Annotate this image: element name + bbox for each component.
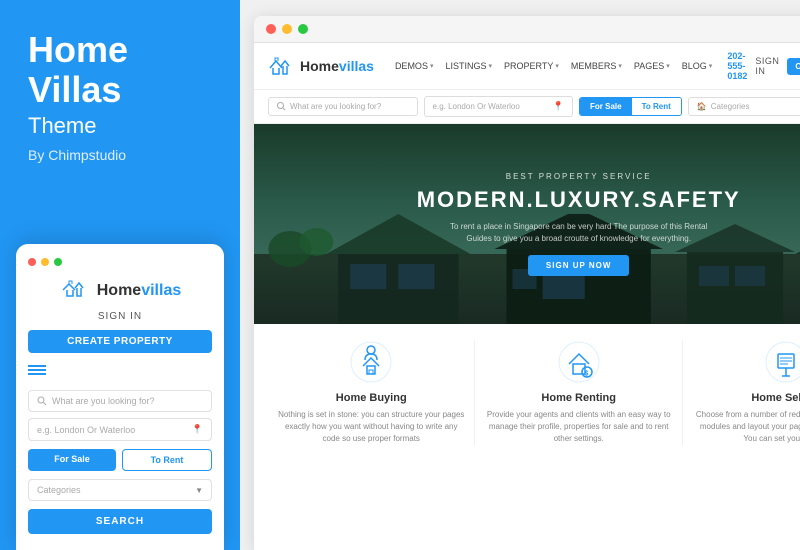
- nav-listings[interactable]: LISTINGS ▾: [440, 58, 497, 74]
- feature-selling-title: Home Selling: [751, 392, 800, 404]
- hero-title: MODERN.LUXURY.SAFETY: [417, 187, 741, 213]
- hero-cta-button[interactable]: SIGN UP NOW: [528, 255, 630, 276]
- theme-title: HomeVillas: [28, 30, 212, 109]
- mobile-logo-text: Homevillas: [97, 282, 181, 300]
- chevron-down-icon: ▾: [430, 62, 434, 70]
- nav-pages[interactable]: PAGES ▾: [629, 58, 675, 74]
- site-logo-text: Homevillas: [300, 58, 374, 74]
- location-icon: 📍: [553, 101, 564, 112]
- phone-number: 202-555-0182: [727, 51, 747, 81]
- feature-home-selling: Home Selling Choose from a number of red…: [683, 340, 800, 445]
- chevron-down-icon: ▼: [195, 486, 203, 495]
- nav-blog[interactable]: BLOG ▾: [677, 58, 718, 74]
- browser-titlebar: [254, 16, 800, 43]
- mobile-signin-label: SIGN IN: [28, 311, 212, 322]
- site-navbar: Homevillas DEMOS ▾ LISTINGS ▾ PROPERTY ▾…: [254, 43, 800, 90]
- mobile-search-placeholder: What are you looking for?: [52, 396, 155, 406]
- for-sale-tab[interactable]: For Sale: [580, 98, 632, 115]
- site-search-input[interactable]: What are you looking for?: [268, 97, 418, 116]
- right-panel: Homevillas DEMOS ▾ LISTINGS ▾ PROPERTY ▾…: [240, 0, 800, 550]
- create-property-button[interactable]: CREATE PROPERTY: [787, 58, 800, 75]
- chevron-down-icon: ▾: [666, 62, 670, 70]
- categories-label: Categories: [711, 102, 750, 111]
- categories-select[interactable]: 🏠 Categories ▼: [688, 97, 800, 116]
- chevron-down-icon: ▾: [709, 62, 713, 70]
- hero-description: To rent a place in Singapore can be very…: [439, 221, 719, 245]
- location-pin-icon: 📍: [192, 424, 203, 435]
- mobile-for-sale-tab[interactable]: For Sale: [28, 449, 116, 471]
- nav-right: 202-555-0182 SIGN IN CREATE PROPERTY: [727, 51, 800, 81]
- mobile-location-placeholder: e.g. London Or Waterloo: [37, 425, 135, 435]
- sale-rent-tab-group: For Sale To Rent: [579, 97, 682, 116]
- site-location-input[interactable]: e.g. London Or Waterloo 📍: [424, 96, 574, 117]
- feature-selling-desc: Choose from a number of redesigned Page …: [693, 409, 800, 445]
- home-selling-icon: [764, 340, 800, 384]
- feature-buying-title: Home Buying: [336, 392, 407, 404]
- chevron-down-icon: ▾: [555, 62, 559, 70]
- feature-home-buying: Home Buying Nothing is set in stone: you…: [268, 340, 475, 445]
- site-location-placeholder: e.g. London Or Waterloo: [433, 102, 520, 111]
- hamburger-icon[interactable]: [28, 363, 46, 377]
- browser-maximize-dot[interactable]: [298, 24, 308, 34]
- window-dots: [28, 258, 212, 266]
- feature-renting-desc: Provide your agents and clients with an …: [485, 409, 671, 445]
- svg-text:$: $: [584, 371, 588, 378]
- feature-home-renting: $ Home Renting Provide your agents and c…: [475, 340, 682, 445]
- close-dot: [28, 258, 36, 266]
- hero-badge: BEST PROPERTY SERVICE: [506, 172, 652, 181]
- home-buying-icon: [349, 340, 393, 384]
- mobile-categories-label: Categories: [37, 485, 81, 495]
- mobile-location-input[interactable]: e.g. London Or Waterloo 📍: [28, 418, 212, 441]
- mobile-to-rent-tab[interactable]: To Rent: [122, 449, 212, 471]
- mobile-categories-select[interactable]: Categories ▼: [28, 479, 212, 501]
- browser-minimize-dot[interactable]: [282, 24, 292, 34]
- mobile-search-input[interactable]: What are you looking for?: [28, 390, 212, 412]
- theme-subtitle: Theme: [28, 113, 212, 139]
- hero-section: BEST PROPERTY SERVICE MODERN.LUXURY.SAFE…: [254, 124, 800, 324]
- to-rent-tab[interactable]: To Rent: [632, 98, 681, 115]
- feature-buying-desc: Nothing is set in stone: you can structu…: [278, 409, 464, 445]
- features-section: Home Buying Nothing is set in stone: you…: [254, 324, 800, 455]
- feature-renting-title: Home Renting: [541, 392, 616, 404]
- site-logo[interactable]: Homevillas: [268, 56, 374, 76]
- home-renting-icon: $: [557, 340, 601, 384]
- theme-by: By Chimpstudio: [28, 147, 212, 163]
- left-panel: HomeVillas Theme By Chimpstudio Homevill…: [0, 0, 240, 550]
- site-search-placeholder: What are you looking for?: [290, 102, 381, 111]
- browser-window: Homevillas DEMOS ▾ LISTINGS ▾ PROPERTY ▾…: [254, 16, 800, 550]
- maximize-dot: [54, 258, 62, 266]
- nav-members[interactable]: MEMBERS ▾: [566, 58, 627, 74]
- chevron-down-icon: ▾: [618, 62, 622, 70]
- nav-property[interactable]: PROPERTY ▾: [499, 58, 564, 74]
- mobile-search-button[interactable]: SEARCH: [28, 509, 212, 534]
- mobile-mockup: Homevillas SIGN IN CREATE PROPERTY What …: [16, 244, 224, 550]
- home-villas-icon: [59, 276, 91, 305]
- minimize-dot: [41, 258, 49, 266]
- signin-link[interactable]: SIGN IN: [755, 56, 779, 76]
- search-bar: What are you looking for? e.g. London Or…: [254, 90, 800, 124]
- nav-links: DEMOS ▾ LISTINGS ▾ PROPERTY ▾ MEMBERS ▾ …: [390, 58, 717, 74]
- mobile-create-property-button[interactable]: CREATE PROPERTY: [28, 330, 212, 353]
- browser-close-dot[interactable]: [266, 24, 276, 34]
- nav-demos[interactable]: DEMOS ▾: [390, 58, 439, 74]
- mobile-sale-rent-tabs: For Sale To Rent: [28, 449, 212, 471]
- chevron-down-icon: ▾: [488, 62, 492, 70]
- cat-icon: 🏠: [697, 102, 707, 111]
- hero-content: BEST PROPERTY SERVICE MODERN.LUXURY.SAFE…: [254, 124, 800, 324]
- mobile-logo: Homevillas: [28, 276, 212, 305]
